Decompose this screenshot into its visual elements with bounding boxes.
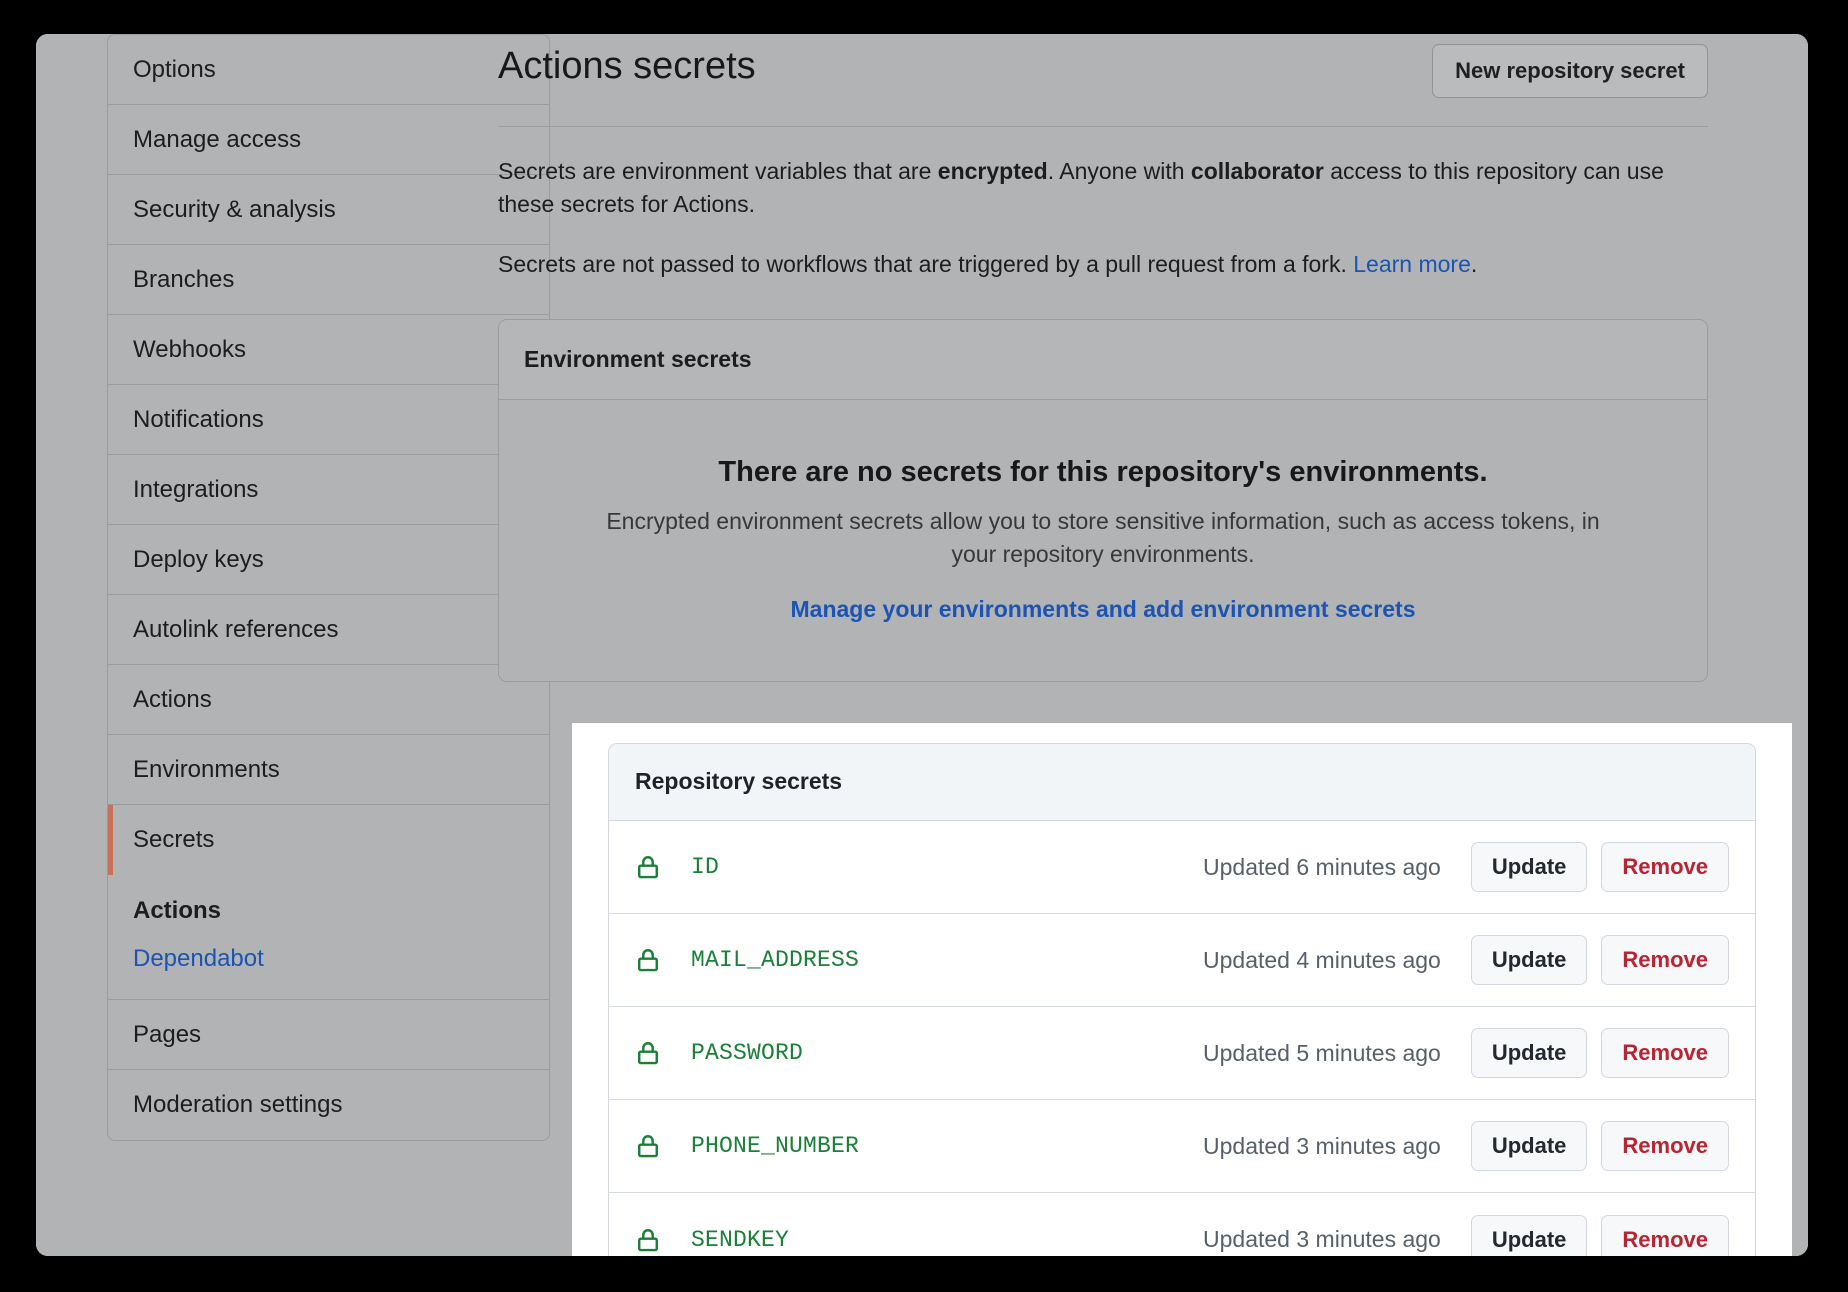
update-secret-button[interactable]: Update xyxy=(1470,1214,1588,1256)
intro-bold-collaborator: collaborator xyxy=(1190,158,1324,184)
manage-environments-link[interactable]: Manage your environments and add environ… xyxy=(791,596,1416,623)
sidebar-items-bottom: Pages Moderation settings xyxy=(108,1000,549,1140)
environment-secrets-empty-state: There are no secrets for this repository… xyxy=(499,399,1707,682)
intro-text-2: . Anyone with xyxy=(1047,158,1191,184)
intro-bold-encrypted: encrypted xyxy=(937,158,1048,184)
update-secret-button[interactable]: Update xyxy=(1470,935,1588,985)
sidebar-item-label: Notifications xyxy=(133,405,264,433)
sidebar-item-dependabot[interactable]: Dependabot xyxy=(133,945,524,973)
environment-secrets-header: Environment secrets xyxy=(499,319,1707,400)
sidebar-item-autolink-references[interactable]: Autolink references xyxy=(108,595,549,665)
secret-row: MAIL_ADDRESS Updated 4 minutes ago Update R… xyxy=(609,914,1755,1007)
sidebar-item-label: Integrations xyxy=(133,475,259,503)
sidebar-item-label: Branches xyxy=(133,265,235,293)
sidebar-item-branches[interactable]: Branches xyxy=(108,245,549,315)
secret-name: SENDKEY xyxy=(691,1226,790,1253)
new-repository-secret-button[interactable]: New repository secret xyxy=(1432,44,1708,98)
environment-secrets-box: Environment secrets There are no secrets… xyxy=(498,318,1708,683)
repository-secrets-box: Repository secrets ID Updated 6 minutes a… xyxy=(608,743,1756,1256)
secret-name: ID xyxy=(691,854,720,880)
secret-name: PASSWORD xyxy=(691,1040,804,1066)
environment-empty-description: Encrypted environment secrets allow you … xyxy=(606,507,1600,567)
main-content: Actions secrets New repository secret Se… xyxy=(498,34,1708,683)
fork-note-text: Secrets are not passed to workflows that… xyxy=(498,251,1354,278)
learn-more-link[interactable]: Learn more xyxy=(1353,251,1471,277)
sidebar-item-options[interactable]: Options xyxy=(108,35,549,105)
sidebar-item-webhooks[interactable]: Webhooks xyxy=(108,315,549,385)
screen-frame: Options Manage access Security & analysis B… xyxy=(0,0,1848,1292)
sidebar-item-pages[interactable]: Pages xyxy=(108,1000,549,1070)
secret-row: PASSWORD Updated 5 minutes ago Update Remov… xyxy=(609,1007,1755,1100)
sidebar-item-label: Webhooks xyxy=(133,335,246,363)
sidebar-item-label: Deploy keys xyxy=(133,545,264,573)
repository-secrets-list: ID Updated 6 minutes ago Update Remove MAIL_… xyxy=(609,821,1755,1256)
repository-secrets-header: Repository secrets xyxy=(609,744,1755,821)
page-title: Actions secrets xyxy=(498,45,756,87)
browser-page: Options Manage access Security & analysis B… xyxy=(36,34,1808,1256)
sidebar-items-top: Options Manage access Security & analysis B… xyxy=(108,35,549,875)
sidebar-item-label: Security & analysis xyxy=(133,195,336,223)
secret-updated-timestamp: Updated 5 minutes ago xyxy=(1203,1039,1441,1066)
sidebar-item-label: Secrets xyxy=(133,826,215,853)
remove-secret-button[interactable]: Remove xyxy=(1601,842,1729,892)
sidebar-item-moderation-settings[interactable]: Moderation settings xyxy=(108,1070,549,1140)
sidebar-item-label: Environments xyxy=(133,755,280,783)
sidebar-item-environments[interactable]: Environments xyxy=(108,735,549,805)
sidebar-secrets-group: Actions Dependabot xyxy=(108,875,549,1000)
intro-text-1: Secrets are environment variables that a… xyxy=(498,158,938,184)
secret-row: PHONE_NUMBER Updated 3 minutes ago Update R… xyxy=(609,1100,1755,1193)
sidebar-item-label: Moderation settings xyxy=(133,1091,343,1118)
secret-row: ID Updated 6 minutes ago Update Remove xyxy=(609,821,1755,914)
update-secret-button[interactable]: Update xyxy=(1470,1028,1588,1078)
sidebar-item-integrations[interactable]: Integrations xyxy=(108,455,549,525)
repository-secrets-spotlight: Repository secrets ID Updated 6 minutes a… xyxy=(572,723,1792,1256)
secret-name: PHONE_NUMBER xyxy=(691,1133,860,1159)
settings-sidebar: Options Manage access Security & analysis B… xyxy=(107,34,550,1141)
sidebar-group-title-actions: Actions xyxy=(133,897,222,924)
remove-secret-button[interactable]: Remove xyxy=(1601,1214,1729,1256)
sidebar-item-label: Actions xyxy=(133,685,212,713)
fork-note-paragraph: Secrets are not passed to workflows that… xyxy=(498,248,1708,281)
secret-row: SENDKEY Updated 3 minutes ago Update Remove xyxy=(609,1193,1755,1256)
environment-empty-title: There are no secrets for this repository… xyxy=(718,455,1488,488)
secret-updated-timestamp: Updated 6 minutes ago xyxy=(1203,853,1441,880)
sidebar-item-label: Manage access xyxy=(133,125,302,153)
remove-secret-button[interactable]: Remove xyxy=(1601,935,1729,985)
sidebar-item-notifications[interactable]: Notifications xyxy=(108,385,549,455)
remove-secret-button[interactable]: Remove xyxy=(1601,1121,1729,1171)
sidebar-item-label: Options xyxy=(133,55,216,83)
secret-updated-timestamp: Updated 3 minutes ago xyxy=(1203,1132,1441,1159)
sidebar-item-secrets[interactable]: Secrets xyxy=(108,805,549,875)
sidebar-item-label: Pages xyxy=(133,1020,202,1048)
update-secret-button[interactable]: Update xyxy=(1470,1121,1588,1171)
sidebar-item-security-analysis[interactable]: Security & analysis xyxy=(108,175,549,245)
fork-note-suffix: . xyxy=(1470,251,1478,278)
secret-updated-timestamp: Updated 4 minutes ago xyxy=(1203,946,1441,973)
update-secret-button[interactable]: Update xyxy=(1470,842,1588,892)
secret-updated-timestamp: Updated 3 minutes ago xyxy=(1203,1226,1441,1252)
sidebar-item-manage-access[interactable]: Manage access xyxy=(108,105,549,175)
page-header: Actions secrets New repository secret xyxy=(498,34,1708,98)
remove-secret-button[interactable]: Remove xyxy=(1601,1028,1729,1078)
secret-name: MAIL_ADDRESS xyxy=(691,947,860,973)
sidebar-item-label: Autolink references xyxy=(133,615,339,643)
secrets-intro-paragraph: Secrets are environment variables that a… xyxy=(498,155,1708,220)
sidebar-item-actions[interactable]: Actions xyxy=(108,665,549,735)
header-divider xyxy=(498,126,1708,127)
sidebar-item-deploy-keys[interactable]: Deploy keys xyxy=(108,525,549,595)
